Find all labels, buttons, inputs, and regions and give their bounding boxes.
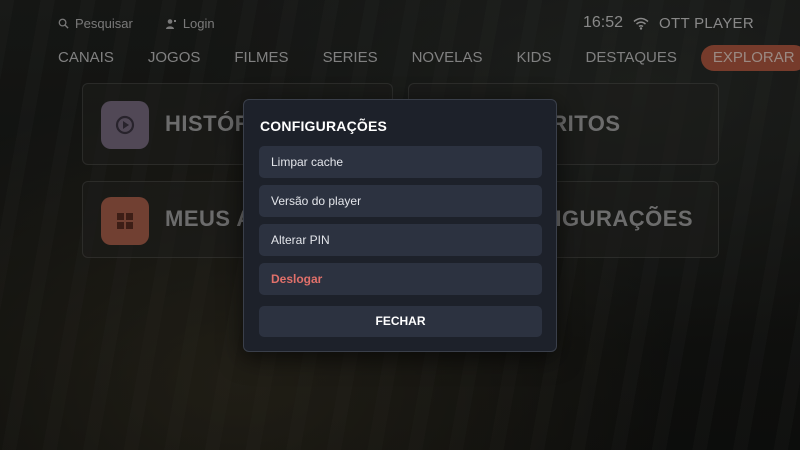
close-button[interactable]: FECHAR [259,306,542,337]
clear-cache-button[interactable]: Limpar cache [259,146,542,178]
logout-button[interactable]: Deslogar [259,263,542,295]
player-version-button[interactable]: Versão do player [259,185,542,217]
change-pin-button[interactable]: Alterar PIN [259,224,542,256]
settings-dialog: CONFIGURAÇÕES Limpar cache Versão do pla… [243,99,557,352]
dialog-title: CONFIGURAÇÕES [260,118,388,134]
